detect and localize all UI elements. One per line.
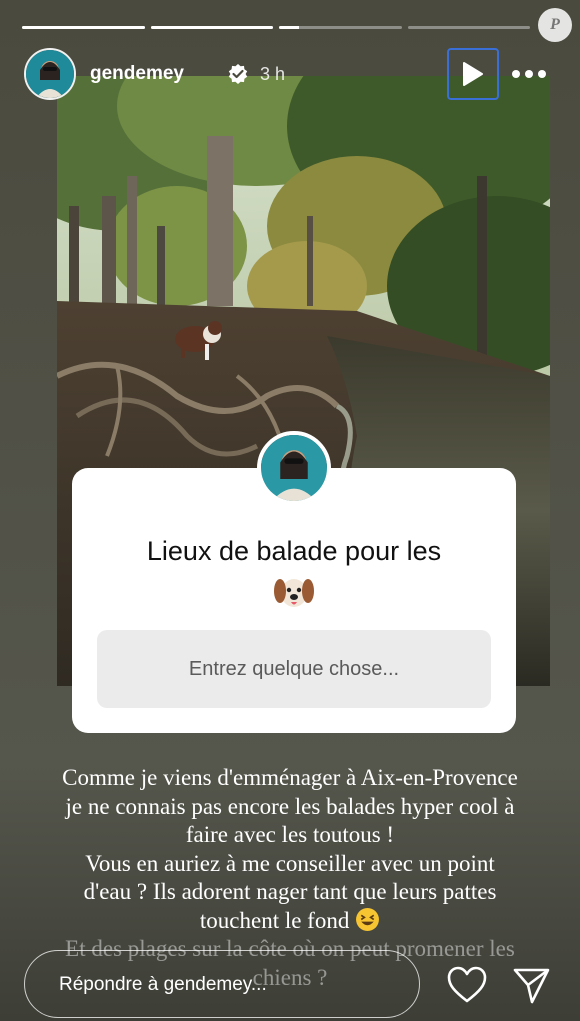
avatar[interactable]: [24, 48, 76, 100]
reply-placeholder: Répondre à gendemey...: [59, 974, 267, 995]
progress-segment: [279, 26, 402, 29]
question-title: Lieux de balade pour les: [146, 536, 442, 566]
dot-icon: [525, 70, 533, 78]
avatar-image: [261, 435, 327, 501]
caption-line: d'eau ? Ils adorent nager tant que leurs…: [83, 879, 497, 904]
heart-icon[interactable]: [446, 965, 488, 1005]
caption-line-with-emoji: touchent le fond: [20, 907, 560, 936]
dot-icon: [512, 70, 520, 78]
story-header: gendemey 3 h: [24, 48, 556, 102]
play-button[interactable]: [447, 48, 499, 100]
caption-line: faire avec les toutous !: [185, 822, 395, 847]
progress-fill: [150, 26, 273, 29]
verified-badge-icon: [228, 64, 248, 84]
reply-input[interactable]: Répondre à gendemey...: [24, 950, 420, 1018]
laughing-face-icon: [356, 907, 380, 931]
avatar-image: [26, 50, 74, 98]
progress-fill: [279, 26, 299, 29]
progress-segment: [407, 26, 530, 29]
progress-segment: [150, 26, 273, 29]
caption-line: Comme je viens d'emménager à Aix-en-Prov…: [62, 765, 518, 790]
question-sticker: Lieux de balade pour les Entrez quelque …: [72, 468, 516, 733]
more-options-button[interactable]: [512, 68, 548, 80]
dot-icon: [538, 70, 546, 78]
username[interactable]: gendemey: [90, 63, 184, 85]
watermark-logo: P: [538, 8, 572, 42]
dog-face-icon: [274, 579, 314, 607]
caption-line: je ne connais pas encore les balades hyp…: [65, 793, 515, 819]
progress-fill: [22, 26, 145, 29]
post-time: 3 h: [260, 64, 286, 84]
play-icon: [463, 62, 483, 86]
progress-segment: [22, 26, 145, 29]
send-icon[interactable]: [511, 965, 551, 1005]
answer-input[interactable]: Entrez quelque chose...: [97, 630, 491, 708]
story-progress: [22, 26, 530, 30]
caption-line: Vous en auriez à me conseiller avec un p…: [85, 850, 495, 876]
sticker-avatar: [257, 431, 331, 505]
caption-text: touchent le fond: [199, 907, 350, 933]
